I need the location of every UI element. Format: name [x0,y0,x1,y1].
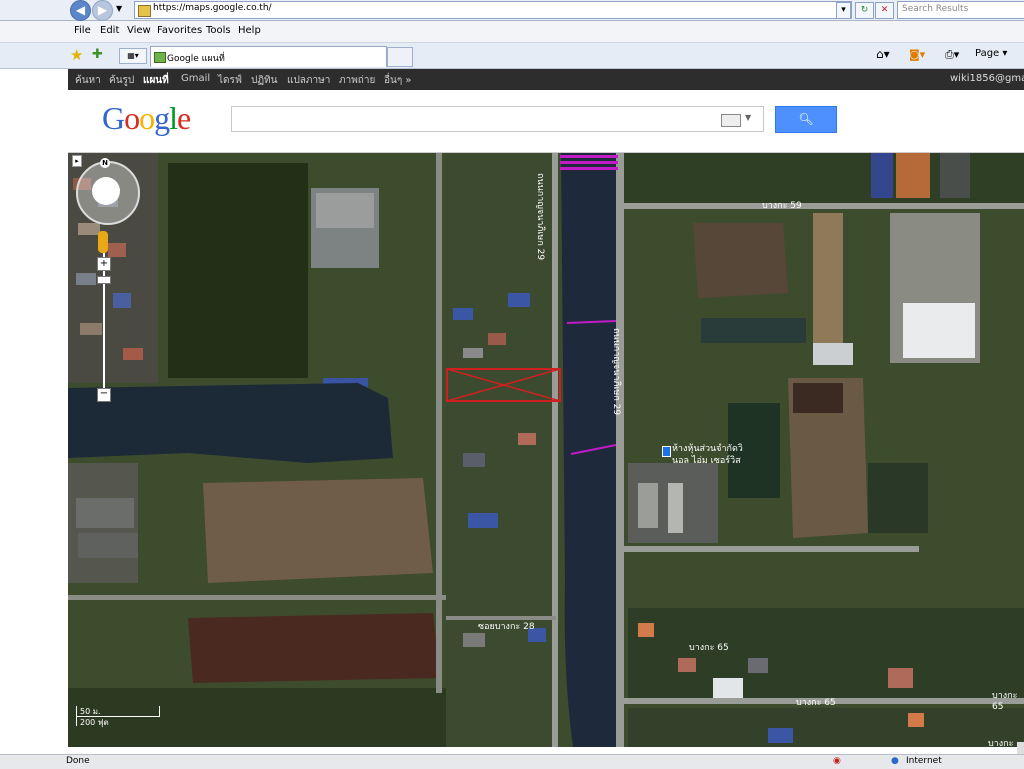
back-button-icon[interactable]: ◀ [70,0,91,21]
maps-search-button[interactable]: 🔍︎ [775,106,837,133]
road-label: ซอยบางกะ 28 [478,622,535,632]
gbar-search[interactable]: ค้นหา [75,73,101,88]
search-placeholder: Search Results [902,4,969,14]
favorites-star-icon[interactable]: ★ [70,46,83,64]
gbar-translate[interactable]: แปลภาษา [287,73,330,88]
address-dropdown-icon[interactable]: ▾ [836,2,851,19]
forward-button-icon[interactable]: ▶ [92,0,113,21]
place-label[interactable]: นอล ไอ่ม เซอร์วิส [672,453,741,467]
google-nav-bar: ค้นหา ค้นรูป แผนที่ Gmail ไดรฟ์ ปฏิทิน แ… [68,69,1024,90]
privacy-icon[interactable]: ◉ [833,756,841,766]
tab-favicon-icon [154,52,166,63]
road-label: บางกะ 65 [992,691,1018,712]
gbar-calendar[interactable]: ปฏิทิน [251,73,278,88]
scale-imperial: 200 ฟุต [80,718,109,727]
menu-tools[interactable]: Tools [206,25,231,36]
menu-file[interactable]: File [74,25,91,36]
google-header: Google ▼ 🔍︎ [68,90,1024,153]
pegman-icon[interactable] [98,231,108,253]
url-text: https://maps.google.co.th/ [153,3,272,13]
gbar-user[interactable]: wiki1856@gmai [950,73,1024,84]
page-menu-label: Page [975,48,1000,59]
scrollbar-corner[interactable] [1017,742,1024,754]
internet-zone-icon: ● [891,756,899,766]
status-text: Done [66,756,90,766]
google-logo[interactable]: Google [102,100,191,137]
keyboard-dropdown-icon[interactable]: ▼ [745,113,751,122]
quick-tabs-icon[interactable]: ▦▾ [119,48,147,64]
zoom-out-button[interactable]: − [97,388,111,402]
magnifier-icon: 🔍︎ [798,112,814,126]
satellite-map[interactable]: ▸ N + − บางกะ 59 ถนนกาญจนาภิเษก 29 ถนนกา… [68,153,1024,747]
feeds-icon[interactable]: ◙▾ [909,48,925,61]
gbar-images[interactable]: ค้นรูป [109,73,134,88]
gbar-maps[interactable]: แผนที่ [143,73,169,88]
keyboard-icon[interactable] [721,114,741,127]
address-bar: ◀ ▶ ▼ https://maps.google.co.th/ ▾ ↻ ✕ S… [0,0,1024,21]
history-dropdown-icon[interactable]: ▼ [116,4,122,13]
gbar-photos[interactable]: ภาพถ่าย [339,73,375,88]
gbar-gmail[interactable]: Gmail [181,73,210,84]
new-tab-button[interactable] [387,47,413,67]
print-icon[interactable]: ⎙▾ [945,48,959,62]
road-label: บางกะ 65 [689,643,729,653]
favicon-icon [138,5,151,17]
zoom-in-button[interactable]: + [97,257,111,271]
pan-control-icon[interactable]: N [76,158,140,225]
home-icon[interactable]: ⌂▾ [876,47,890,61]
collapse-panel-icon[interactable]: ▸ [72,155,82,167]
gbar-drive[interactable]: ไดรฟ์ [218,73,242,88]
maps-search-input[interactable]: ▼ [231,106,764,132]
left-margin [0,69,68,754]
menu-bar: File Edit View Favorites Tools Help [0,21,1024,43]
menu-view[interactable]: View [127,25,151,36]
map-scale: 50 ม. 200 ฟุต [76,706,160,727]
search-input[interactable]: Search Results [897,1,1024,19]
refresh-icon[interactable]: ↻ [855,2,874,19]
road-label: บางกะ 59 [762,201,802,211]
favorites-bar: ★ ✚ ▦▾ Google แผนที่ ⌂▾ ◙▾ ⎙▾ Page ▾ [0,43,1024,69]
stop-icon[interactable]: ✕ [875,2,894,19]
compass-north: N [100,158,110,168]
page-menu-button[interactable]: Page ▾ [975,48,1007,59]
security-zone[interactable]: Internet [906,756,942,766]
road-label: บางกะ 65 [796,698,836,708]
menu-help[interactable]: Help [238,25,261,36]
tab-title: Google แผนที่ [167,54,225,64]
add-favorite-icon[interactable]: ✚ [92,47,103,62]
menu-favorites[interactable]: Favorites [157,25,202,36]
menu-edit[interactable]: Edit [100,25,119,36]
url-field[interactable]: https://maps.google.co.th/ [134,1,852,19]
status-bar: Done ◉ ● Internet [0,754,1024,769]
road-label: ถนนกาญจนาภิเษก 29 [611,328,621,416]
road-label: ถนนกาญจนาภิเษก 29 [535,173,545,261]
gbar-more[interactable]: อื่นๆ » [384,73,412,88]
place-marker-icon[interactable] [662,446,671,457]
zoom-slider-handle[interactable] [97,276,111,284]
tab-google-maps[interactable]: Google แผนที่ [150,46,387,67]
pan-center[interactable] [92,177,120,205]
